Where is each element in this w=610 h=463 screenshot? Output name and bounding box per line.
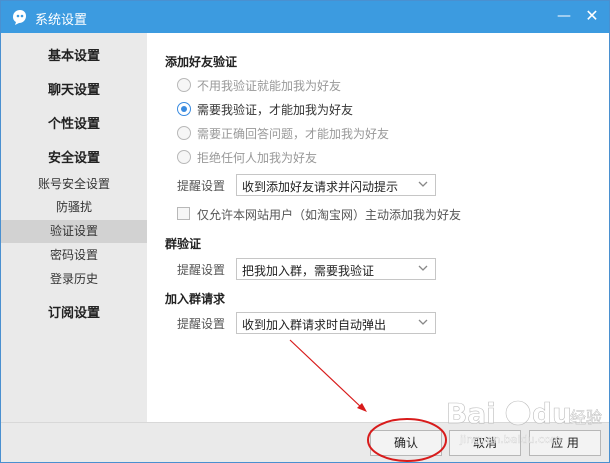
confirm-button[interactable]: 确认 <box>370 430 442 456</box>
sidebar-item-personal[interactable]: 个性设置 <box>1 113 147 132</box>
svg-text:jingyan.baidu.com: jingyan.baidu.com <box>459 433 562 446</box>
svg-text:du: du <box>532 397 572 430</box>
group-remind-select[interactable]: 把我加入群，需要我验证 <box>236 258 436 280</box>
minimize-button[interactable]: — <box>551 3 577 29</box>
chevron-down-icon <box>418 319 428 325</box>
sidebar-item-subscription[interactable]: 订阅设置 <box>1 302 147 321</box>
checkbox-label: 仅允许本网站用户（如淘宝网）主动添加我为好友 <box>197 208 462 222</box>
radio-button[interactable] <box>177 78 191 92</box>
sidebar-item-basic[interactable]: 基本设置 <box>1 45 147 64</box>
group-verify-title: 群验证 <box>165 237 202 251</box>
group-join-remind-select[interactable]: 收到加入群请求时自动弹出 <box>236 312 436 334</box>
option-label: 需要正确回答问题，才能加我为好友 <box>197 127 390 141</box>
friend-verify-title: 添加好友验证 <box>165 55 238 69</box>
select-value: 把我加入群，需要我验证 <box>242 264 375 278</box>
title-bar: 系统设置 — ✕ <box>1 1 609 33</box>
settings-sidebar: 基本设置 聊天设置 个性设置 安全设置 账号安全设置 防骚扰 验证设置 密码设置… <box>1 33 147 422</box>
remind-label: 提醒设置 <box>177 179 226 193</box>
radio-button-checked[interactable] <box>177 102 191 116</box>
sidebar-item-chat[interactable]: 聊天设置 <box>1 79 147 98</box>
sidebar-item-verification[interactable]: 验证设置 <box>1 220 147 243</box>
friend-remind-select[interactable]: 收到添加好友请求并闪动提示 <box>236 174 436 196</box>
radio-button[interactable] <box>177 150 191 164</box>
remind-label: 提醒设置 <box>177 317 226 331</box>
option-label: 不用我验证就能加我为好友 <box>197 79 342 93</box>
option-label: 需要我验证，才能加我为好友 <box>197 103 354 117</box>
settings-content: 添加好友验证 不用我验证就能加我为好友 需要我验证，才能加我为好友 需要正确回答… <box>147 33 609 422</box>
baidu-logo: Bai du 经验 jingyan.baidu.com <box>446 397 603 446</box>
sidebar-item-anti-harassment[interactable]: 防骚扰 <box>1 196 147 219</box>
app-logo-icon <box>13 10 26 25</box>
radio-button[interactable] <box>177 126 191 140</box>
remind-label: 提醒设置 <box>177 263 226 277</box>
sidebar-item-security[interactable]: 安全设置 <box>1 147 147 166</box>
chevron-down-icon <box>418 265 428 271</box>
window-title: 系统设置 <box>35 13 88 28</box>
option-label: 拒绝任何人加我为好友 <box>197 151 318 165</box>
select-value: 收到加入群请求时自动弹出 <box>242 318 387 332</box>
group-join-title: 加入群请求 <box>165 292 226 306</box>
sidebar-item-login-history[interactable]: 登录历史 <box>1 268 147 291</box>
website-only-checkbox[interactable] <box>177 207 190 220</box>
svg-text:经验: 经验 <box>570 408 602 427</box>
baidu-watermark: Bai du 经验 jingyan.baidu.com <box>446 393 606 453</box>
close-button[interactable]: ✕ <box>579 3 605 29</box>
svg-text:Bai: Bai <box>446 397 496 430</box>
select-value: 收到添加好友请求并闪动提示 <box>242 180 399 194</box>
sidebar-item-password[interactable]: 密码设置 <box>1 244 147 267</box>
sidebar-item-account-security[interactable]: 账号安全设置 <box>1 173 147 196</box>
chevron-down-icon <box>418 181 428 187</box>
